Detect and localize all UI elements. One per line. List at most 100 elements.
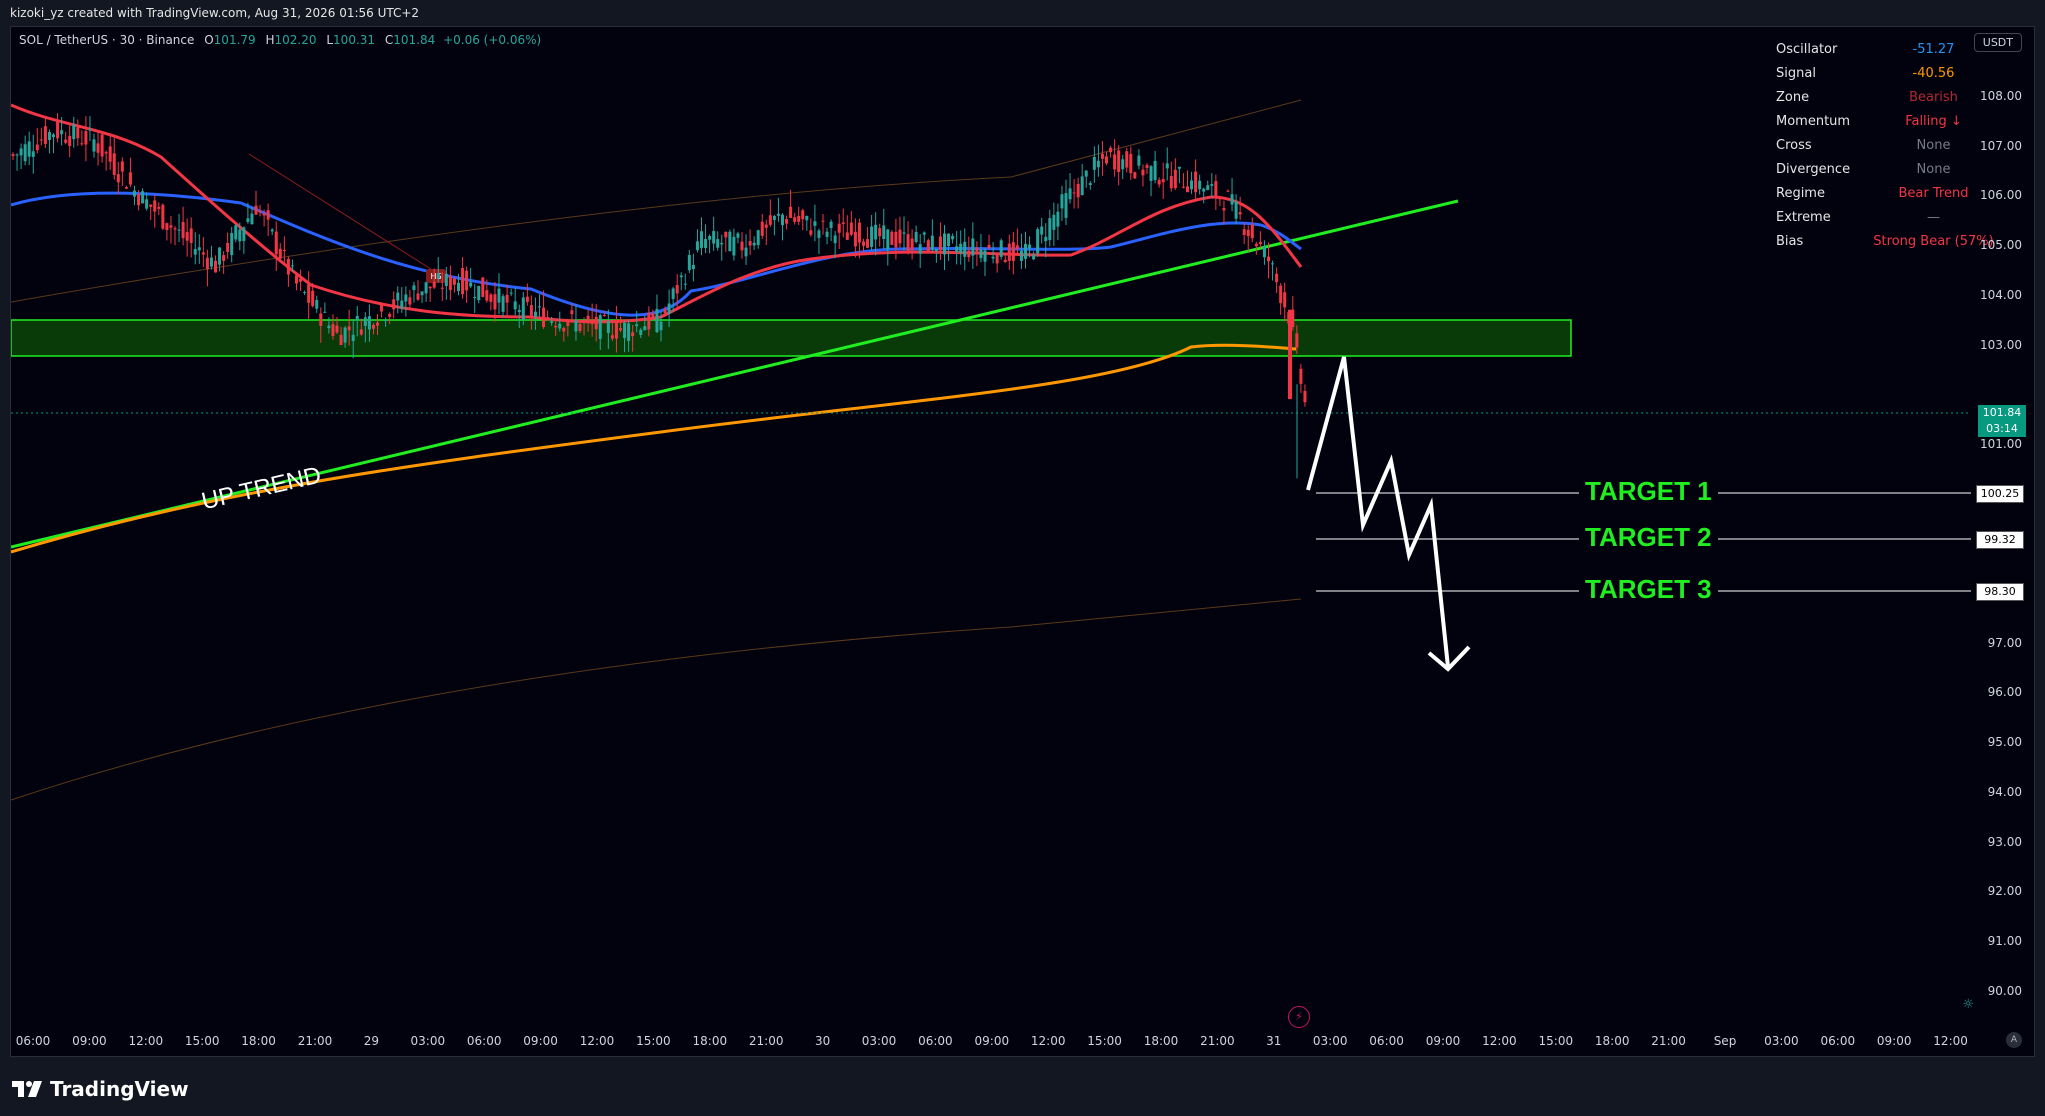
candle-body [975, 247, 979, 252]
time-tick: 12:00 [1030, 1034, 1066, 1048]
candle-body [1149, 166, 1153, 181]
candle-body [914, 231, 918, 242]
candle-body [1088, 183, 1092, 185]
target-2-label: TARGET 2 [1579, 522, 1718, 553]
candle-body [351, 334, 355, 341]
candle-body [991, 256, 995, 259]
tradingview-logo[interactable]: TradingView [12, 1077, 189, 1101]
candle-body [376, 322, 379, 326]
candle-body [1206, 185, 1210, 191]
candle-body [623, 322, 627, 339]
candle-body [497, 288, 501, 303]
candle-body [1153, 160, 1157, 181]
candle-body [926, 240, 930, 252]
oscillator-row: Extreme — [1776, 205, 1996, 229]
symbol-info[interactable]: SOL / TetherUS · 30 · Binance O101.79 H1… [19, 33, 541, 47]
candle-body [489, 294, 493, 302]
candle-body [461, 268, 465, 295]
candle-body [562, 328, 566, 332]
oscillator-key: Signal [1776, 65, 1816, 81]
candle-body [112, 153, 116, 175]
candle-body [214, 260, 217, 273]
candle-body [651, 313, 655, 318]
low-value: 100.31 [333, 33, 376, 47]
candle-body [234, 225, 238, 240]
candle-body [153, 200, 157, 212]
candle-body [918, 244, 922, 254]
chart-area[interactable]: HS SOL / TetherUS · 30 · Binance O101.79… [10, 26, 2035, 1057]
oscillator-key: Extreme [1776, 209, 1831, 225]
indicator-settings-icon[interactable]: ☼ [1962, 997, 1974, 1012]
candle-body [1181, 186, 1185, 188]
price-chart[interactable]: HS [11, 27, 2034, 1056]
candle-body [76, 127, 80, 139]
candle-body [173, 228, 177, 230]
candle-body [481, 277, 485, 297]
candle-body [477, 285, 481, 301]
candle-body [509, 292, 513, 294]
candle-body [716, 239, 720, 248]
candle-body [1040, 226, 1044, 235]
candle-body [432, 281, 436, 288]
candle-body [1044, 236, 1048, 242]
candle-body [752, 242, 756, 246]
time-tick: 12:00 [128, 1034, 164, 1048]
candle-body [590, 319, 594, 325]
time-axis[interactable]: 06:00 09:00 12:00 15:00 18:00 21:00 29 03:00 06:… [11, 1034, 2034, 1054]
open-value: 101.79 [213, 33, 256, 47]
candle-body [1015, 245, 1019, 249]
oscillator-key: Regime [1776, 185, 1825, 201]
time-tick: 15:00 [184, 1034, 220, 1048]
candle-body [384, 320, 388, 322]
candle-body [1226, 190, 1230, 192]
candle-body [610, 335, 614, 339]
time-tick: 30 [814, 1034, 831, 1048]
candle-body [785, 219, 789, 224]
candle-body [671, 288, 675, 299]
candle-body [1186, 186, 1189, 193]
candle-body [639, 329, 643, 335]
candle-body [1258, 242, 1262, 245]
candle-body [145, 199, 149, 209]
candle-body [408, 297, 412, 305]
candle-body [821, 220, 825, 222]
target-3-label: TARGET 3 [1579, 574, 1718, 605]
candle-body [68, 135, 72, 147]
flash-icon[interactable]: ⚡ [1288, 1006, 1310, 1028]
candle-body [246, 218, 250, 222]
candle-body [533, 311, 537, 317]
candle-body [874, 224, 878, 240]
candle-body [1007, 243, 1011, 261]
candle-body [744, 247, 748, 257]
candle-body [124, 187, 128, 189]
time-tick: 12:00 [1482, 1034, 1517, 1048]
candle-body [96, 143, 100, 153]
candle-body [1117, 150, 1121, 172]
bar-countdown: 03:14 [1986, 422, 2018, 435]
candle-body [465, 270, 469, 291]
candle-body [1194, 171, 1198, 193]
candle-body [1218, 198, 1222, 200]
candle-body [177, 229, 181, 231]
chart-header: kizoki_yz created with TradingView.com, … [0, 0, 2045, 26]
candle-body [424, 282, 428, 294]
candle-body [1019, 250, 1023, 261]
candle-body [882, 225, 886, 239]
candle-body [392, 299, 396, 310]
candle-body [987, 244, 991, 249]
candle-body [967, 250, 971, 258]
candle-body [505, 294, 509, 303]
candle-body [19, 148, 23, 156]
ema-fast-line [11, 103, 1303, 324]
price-axis[interactable]: 108.00 107.00 106.00 105.00 104.00 103.00 101.… [1964, 27, 2034, 1027]
price-tick: 108.00 [1980, 89, 2022, 103]
candle-body [845, 232, 849, 240]
candle-body [388, 313, 392, 317]
time-tick: Sep [1713, 1034, 1737, 1048]
candle-body [1080, 176, 1084, 196]
price-tick: 92.00 [1987, 884, 2022, 899]
price-tick: 97.00 [1987, 635, 2022, 650]
candle-body [736, 233, 740, 238]
candle-body [643, 326, 647, 331]
candle-body [1254, 243, 1258, 247]
